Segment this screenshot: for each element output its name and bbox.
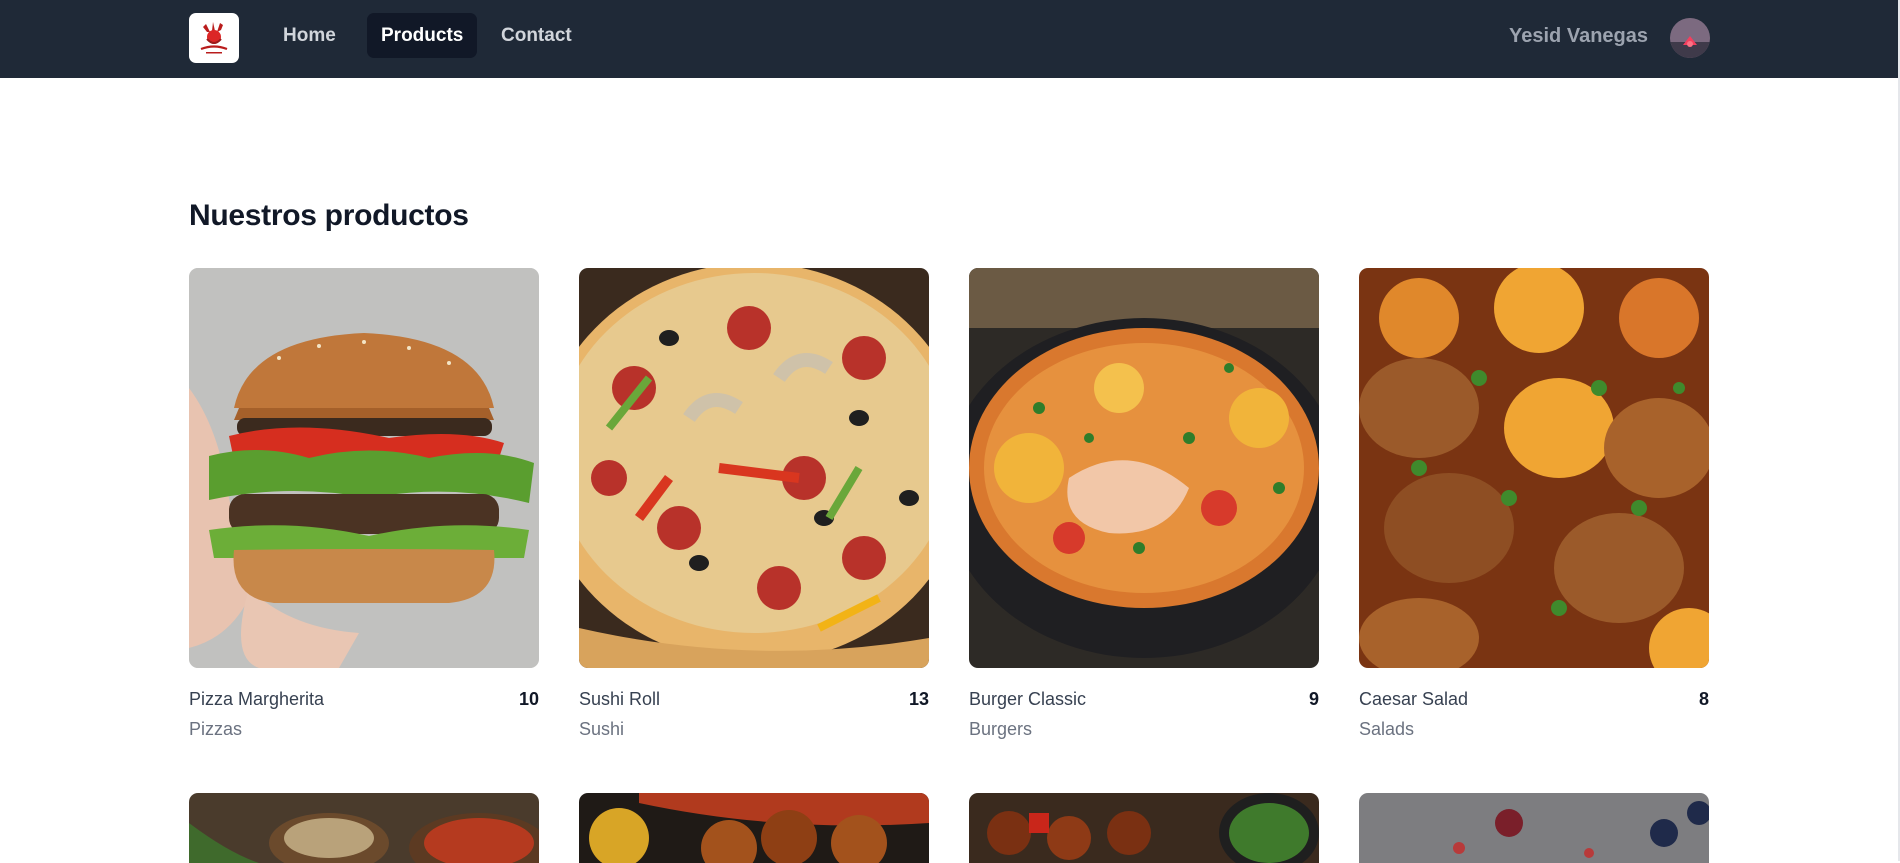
- product-category: Salads: [1359, 719, 1415, 739]
- product-name: Pizza Margherita: [189, 689, 325, 709]
- nav-home[interactable]: Home: [269, 13, 350, 58]
- product-card[interactable]: [969, 793, 1319, 863]
- product-category: Burgers: [969, 719, 1033, 739]
- page-title: Nuestros productos: [189, 199, 469, 232]
- stew-photo: [969, 268, 1319, 668]
- nav-products[interactable]: Products: [367, 13, 478, 58]
- product-card[interactable]: Pizza Margherita 10 Pizzas: [189, 268, 539, 739]
- chicken-curry-photo: [1359, 268, 1709, 668]
- product-name: Caesar Salad: [1359, 689, 1469, 709]
- spices-photo: [189, 793, 539, 863]
- product-quantity: 9: [1308, 689, 1319, 709]
- product-name: Sushi Roll: [579, 689, 661, 709]
- product-quantity: 10: [518, 689, 539, 709]
- product-card[interactable]: [579, 793, 929, 863]
- pizza-photo: [579, 268, 929, 668]
- burger-photo: [189, 268, 539, 668]
- product-card[interactable]: [189, 793, 539, 863]
- kebab-photo: [969, 793, 1319, 863]
- product-name: Burger Classic: [969, 689, 1087, 709]
- nav-contact[interactable]: Contact: [487, 13, 586, 58]
- product-category: Sushi: [579, 719, 625, 739]
- product-card[interactable]: Burger Classic 9 Burgers: [969, 268, 1319, 739]
- top-navbar: Home Products Contact Yesid Vanegas: [0, 0, 1900, 78]
- berries-photo: [1359, 793, 1709, 863]
- restaurant-logo-icon[interactable]: [189, 13, 239, 63]
- product-card[interactable]: [1359, 793, 1709, 863]
- user-avatar[interactable]: [1670, 18, 1710, 58]
- product-card[interactable]: Caesar Salad 8 Salads: [1359, 268, 1709, 739]
- product-category: Pizzas: [189, 719, 243, 739]
- product-quantity: 8: [1698, 689, 1709, 709]
- user-name[interactable]: Yesid Vanegas: [1509, 25, 1648, 48]
- fried-chicken-photo: [579, 793, 929, 863]
- product-card[interactable]: Sushi Roll 13 Sushi: [579, 268, 929, 739]
- product-quantity: 13: [908, 689, 929, 709]
